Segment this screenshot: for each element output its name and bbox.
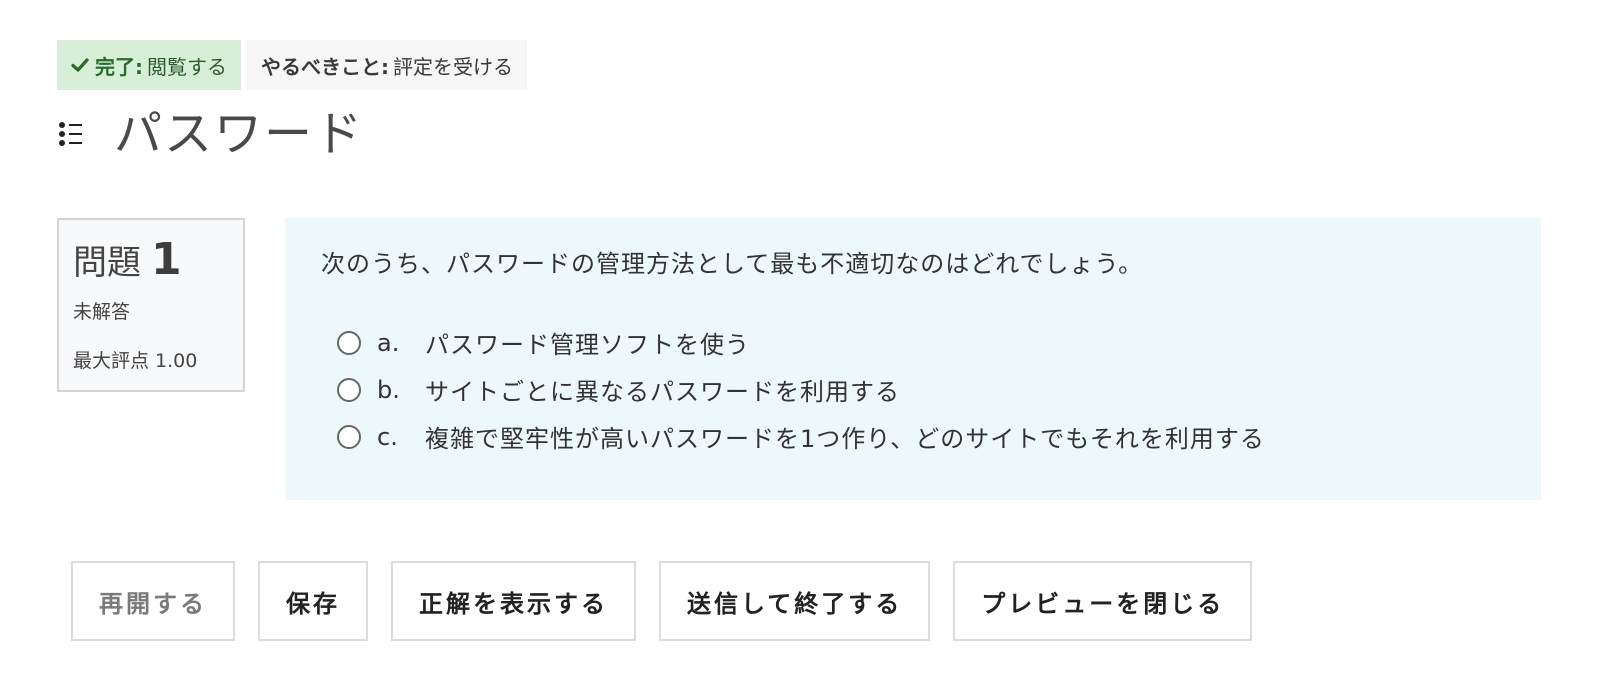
answer-c-text[interactable]: 複雑で堅牢性が高いパスワードを1つ作り、どのサイトでもそれを利用する — [425, 419, 1265, 454]
answer-options: a. パスワード管理ソフトを使う b. サイトごとに異なるパスワードを利用する … — [321, 319, 1505, 460]
completion-todo-value: 評定を受ける — [393, 54, 513, 79]
answer-b-text[interactable]: サイトごとに異なるパスワードを利用する — [425, 372, 900, 407]
answer-a-radio[interactable] — [337, 330, 361, 355]
completion-todo-badge: やるべきこと: 評定を受ける — [247, 40, 527, 90]
quiz-preview-page: 完了: 閲覧する やるべきこと: 評定を受ける パスワード 問題 1 未解答 最… — [0, 0, 1600, 682]
quiz-list-icon — [59, 122, 82, 146]
restart-button[interactable]: 再開する — [71, 561, 235, 641]
answer-a-letter: a. — [377, 328, 400, 357]
question-number: 問題 1 — [73, 234, 229, 285]
question-max-grade: 最大評点 1.00 — [73, 350, 198, 372]
question-info: 問題 1 未解答 最大評点 1.00 — [57, 218, 245, 392]
check-icon — [71, 58, 89, 72]
save-button[interactable]: 保存 — [258, 561, 368, 641]
action-buttons: 再開する 保存 正解を表示する 送信して終了する プレビューを閉じる — [71, 561, 1253, 641]
completion-todo-key: やるべきこと: — [261, 54, 389, 79]
answer-a-text[interactable]: パスワード管理ソフトを使う — [425, 325, 750, 360]
answer-b-radio[interactable] — [337, 377, 361, 402]
question-content: 次のうち、パスワードの管理方法として最も不適切なのはどれでしょう。 a. パスワ… — [285, 218, 1541, 500]
answer-c-radio[interactable] — [337, 424, 361, 449]
answer-option-c[interactable]: c. 複雑で堅牢性が高いパスワードを1つ作り、どのサイトでもそれを利用する — [337, 413, 1505, 460]
answer-option-b[interactable]: b. サイトごとに異なるパスワードを利用する — [337, 366, 1505, 413]
completion-done-badge: 完了: 閲覧する — [57, 40, 241, 90]
page-header: パスワード — [58, 104, 364, 164]
answer-b-letter: b. — [377, 375, 400, 404]
question-label: 問題 — [73, 243, 141, 283]
activity-completion: 完了: 閲覧する やるべきこと: 評定を受ける — [57, 40, 527, 90]
question-text: 次のうち、パスワードの管理方法として最も不適切なのはどれでしょう。 — [321, 250, 1144, 278]
completion-done-value: 閲覧する — [147, 54, 227, 79]
answer-c-letter: c. — [377, 422, 398, 451]
close-preview-button[interactable]: プレビューを閉じる — [953, 561, 1253, 641]
show-correct-button[interactable]: 正解を表示する — [391, 561, 636, 641]
question-number-value: 1 — [151, 234, 182, 285]
page-title: パスワード — [114, 106, 365, 162]
submit-finish-button[interactable]: 送信して終了する — [659, 561, 931, 641]
answer-option-a[interactable]: a. パスワード管理ソフトを使う — [337, 319, 1505, 366]
question-state: 未解答 — [73, 301, 131, 323]
completion-done-key: 完了: — [95, 54, 143, 79]
